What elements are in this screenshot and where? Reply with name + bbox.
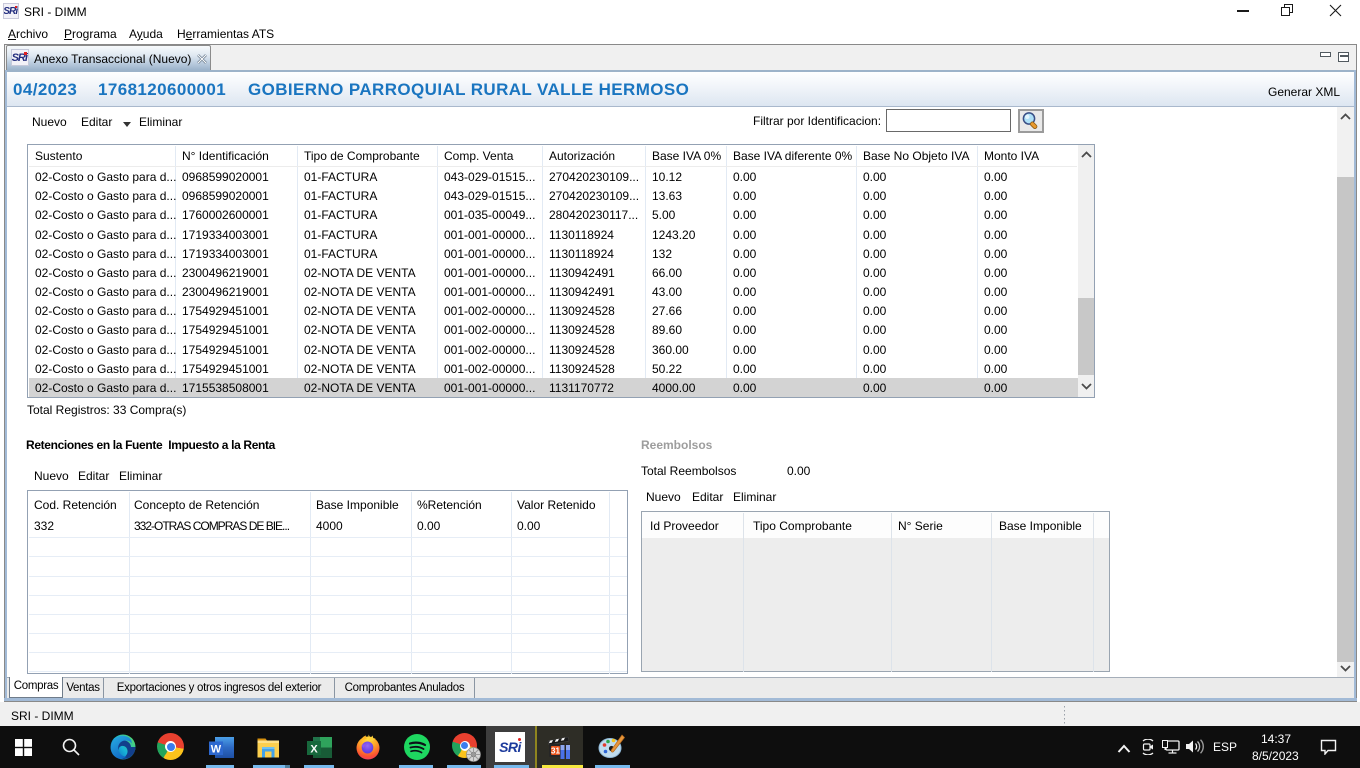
- svg-text:X: X: [310, 744, 318, 756]
- svg-text:31: 31: [551, 747, 560, 756]
- svg-text:W: W: [211, 744, 222, 756]
